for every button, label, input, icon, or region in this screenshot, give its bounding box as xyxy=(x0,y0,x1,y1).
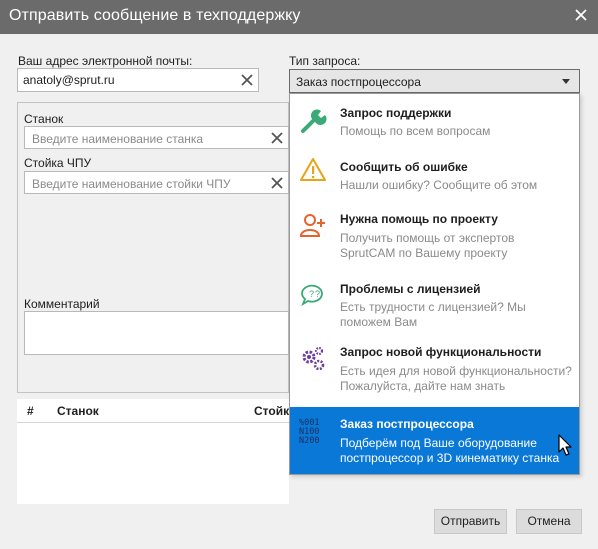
option-desc: Получить помощь от экспертов SprutCAM по… xyxy=(340,231,515,260)
option-license-problems[interactable]: ? ? Проблемы с лицензией Есть трудности … xyxy=(290,274,579,337)
column-cnc: Стойк xyxy=(254,404,290,418)
option-desc: Есть идея для новой функциональности? По… xyxy=(340,364,572,393)
cancel-button[interactable]: Отмена xyxy=(516,509,582,534)
option-title: Нужна помощь по проекту xyxy=(340,212,498,226)
request-type-dropdown: Запрос поддержки Помощь по всем вопросам… xyxy=(289,93,580,475)
close-icon[interactable] xyxy=(572,6,590,24)
option-report-bug[interactable]: Сообщить об ошибке Нашли ошибку? Сообщит… xyxy=(290,152,579,204)
chevron-down-icon xyxy=(562,79,570,84)
mouse-cursor-icon xyxy=(558,434,572,456)
option-desc: Нашли ошибку? Сообщите об этом xyxy=(340,178,538,192)
email-label: Ваш адрес электронной почты: xyxy=(18,54,193,68)
option-title: Заказ постпроцессора xyxy=(340,417,474,431)
gears-icon xyxy=(302,346,325,371)
window-title: Отправить сообщение в техподдержку xyxy=(9,7,301,24)
svg-text:N200: N200 xyxy=(299,436,319,446)
machine-label: Станок xyxy=(24,112,64,126)
option-feature-request[interactable]: Запрос новой функциональности Есть идея … xyxy=(290,337,579,407)
warning-icon xyxy=(300,158,326,181)
option-postprocessor-order[interactable]: %001 N100 N200 Заказ постпроцессора Подб… xyxy=(290,407,579,474)
comment-textarea[interactable] xyxy=(24,311,289,355)
add-user-icon xyxy=(299,214,325,237)
clear-machine-icon[interactable] xyxy=(269,130,285,146)
request-type-select[interactable]: Заказ постпроцессора xyxy=(289,69,580,93)
chat-question-icon: ? ? xyxy=(301,284,323,307)
cnc-input[interactable]: Введите наименование стойки ЧПУ xyxy=(24,171,289,194)
clear-cnc-icon[interactable] xyxy=(269,175,285,191)
gcode-icon: %001 N100 N200 xyxy=(299,418,319,446)
cnc-label: Стойка ЧПУ xyxy=(24,156,92,170)
cnc-placeholder: Введите наименование стойки ЧПУ xyxy=(32,177,231,191)
title-bar: Отправить сообщение в техподдержку xyxy=(0,0,598,34)
option-title: Запрос поддержки xyxy=(340,106,452,120)
option-title: Запрос новой функциональности xyxy=(340,345,542,359)
machine-input[interactable]: Введите наименование станка xyxy=(24,126,289,149)
svg-text:?: ? xyxy=(315,289,320,299)
option-desc: Помощь по всем вопросам xyxy=(340,124,491,138)
option-project-help[interactable]: Нужна помощь по проекту Получить помощь … xyxy=(290,204,579,274)
svg-text:?: ? xyxy=(309,289,314,299)
option-desc: Есть трудности с лицензией? Мы поможем В… xyxy=(340,300,526,329)
clear-email-icon[interactable] xyxy=(239,72,255,88)
column-index: # xyxy=(27,404,34,418)
option-support-request[interactable]: Запрос поддержки Помощь по всем вопросам xyxy=(290,94,579,152)
comment-label: Комментарий xyxy=(24,297,100,311)
request-type-value: Заказ постпроцессора xyxy=(296,75,421,89)
option-title: Проблемы с лицензией xyxy=(340,282,481,296)
machine-placeholder: Введите наименование станка xyxy=(32,132,204,146)
email-field[interactable]: anatoly@sprut.ru xyxy=(17,68,259,92)
option-desc: Подберём под Ваше оборудование постпроце… xyxy=(340,436,560,465)
request-type-label: Тип запроса: xyxy=(289,54,361,68)
email-value: anatoly@sprut.ru xyxy=(23,73,115,87)
column-machine: Станок xyxy=(57,404,99,418)
table-header: # Станок Стойк xyxy=(17,399,289,423)
option-title: Сообщить об ошибке xyxy=(340,160,468,174)
send-button[interactable]: Отправить xyxy=(434,509,507,534)
wrench-icon xyxy=(301,109,327,133)
table-body[interactable] xyxy=(17,423,289,504)
